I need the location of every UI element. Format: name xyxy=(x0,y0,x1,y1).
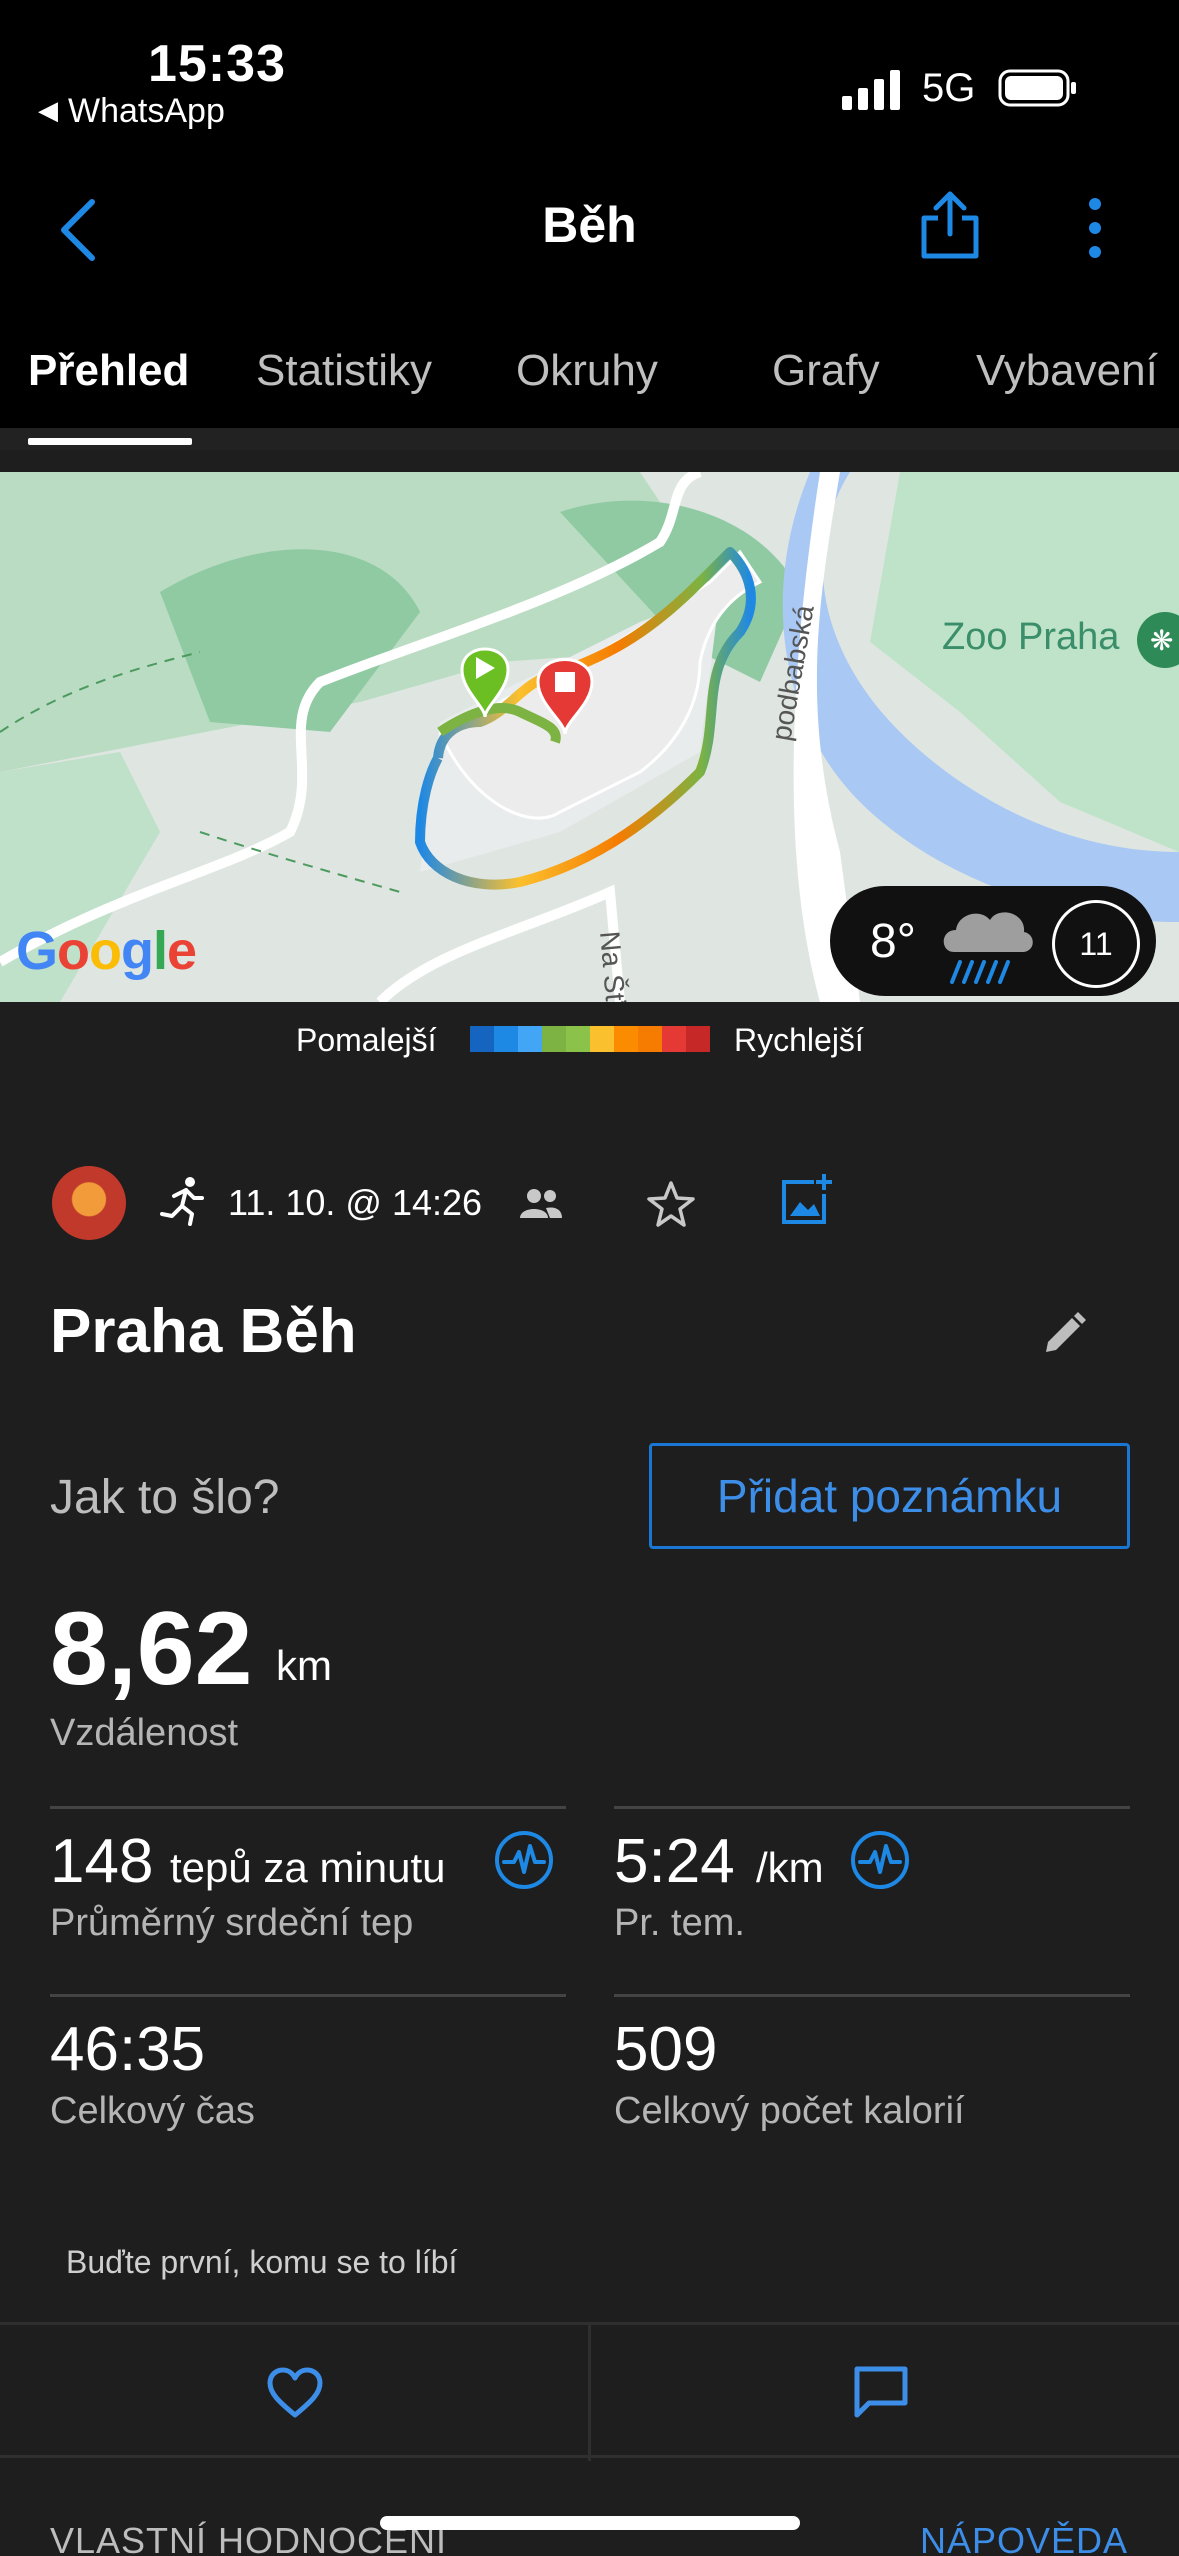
heart-rate-chart-icon[interactable] xyxy=(494,1830,554,1890)
active-tab-indicator xyxy=(28,438,192,445)
home-indicator[interactable] xyxy=(380,2516,800,2530)
battery-icon xyxy=(998,69,1076,107)
pace-legend: Pomalejší Rychlejší xyxy=(0,1002,1179,1078)
share-icon[interactable] xyxy=(920,190,980,260)
comment-button[interactable] xyxy=(591,2325,1179,2459)
people-icon[interactable] xyxy=(520,1186,562,1220)
weather-temperature: 8° xyxy=(870,915,916,968)
like-button[interactable] xyxy=(0,2325,588,2459)
navigation-bar: Běh xyxy=(0,150,1179,310)
pace-unit: /km xyxy=(756,1844,824,1891)
calories-value: 509 xyxy=(614,2015,718,2084)
running-icon xyxy=(160,1177,204,1226)
pace-color-segment xyxy=(518,1026,542,1052)
pace-label: Pr. tem. xyxy=(614,1902,745,1944)
distance-label: Vzdálenost xyxy=(50,1712,239,1754)
tab-vybaveni[interactable]: Vybavení xyxy=(976,346,1158,396)
heart-rate-unit: tepů za minutu xyxy=(170,1844,446,1891)
pace-color-segment xyxy=(590,1026,614,1052)
tab-statistiky[interactable]: Statistiky xyxy=(256,346,432,396)
svg-text:❋: ❋ xyxy=(1150,624,1173,657)
pace-color-segment xyxy=(638,1026,662,1052)
how-it-went-label: Jak to šlo? xyxy=(50,1471,280,1524)
map-place-label: Zoo Praha xyxy=(942,616,1120,658)
help-link[interactable]: NÁPOVĚDA xyxy=(920,2520,1128,2556)
likes-text: Buďte první, komu se to líbí xyxy=(66,2244,458,2280)
add-photo-icon[interactable] xyxy=(780,1174,832,1226)
back-triangle-icon: ◀ xyxy=(38,95,58,125)
edit-pencil-icon[interactable] xyxy=(1042,1312,1086,1356)
pace-color-segment xyxy=(686,1026,710,1052)
heart-icon xyxy=(267,2367,323,2418)
divider xyxy=(50,1806,566,1809)
tab-okruhy[interactable]: Okruhy xyxy=(516,346,658,396)
back-to-app-link[interactable]: ◀ WhatsApp xyxy=(38,92,225,131)
heart-rate-label: Průměrný srdeční tep xyxy=(50,1902,414,1944)
back-app-label: WhatsApp xyxy=(68,92,225,130)
pace-color-segment xyxy=(662,1026,686,1052)
activity-datetime: 11. 10. @ 14:26 xyxy=(228,1182,483,1223)
rain-cloud-icon xyxy=(943,912,1033,984)
avatar[interactable] xyxy=(52,1166,126,1240)
tab-bar: Přehled Statistiky Okruhy Grafy Vybavení xyxy=(0,310,1179,450)
pace-color-segment xyxy=(614,1026,638,1052)
status-bar: 15:33 ◀ WhatsApp 5G xyxy=(0,0,1179,150)
pace-color-bar xyxy=(470,1026,710,1052)
comment-icon xyxy=(854,2366,908,2418)
social-action-bar xyxy=(0,2322,1179,2461)
activity-meta-row: 11. 10. @ 14:26 xyxy=(0,1160,1179,1250)
legend-fast-label: Rychlejší xyxy=(734,1022,864,1058)
pace-chart-icon[interactable] xyxy=(850,1830,910,1890)
divider xyxy=(614,1994,1130,1997)
moon-phase-icon: 11 xyxy=(1052,900,1140,988)
pace-value: 5:24 xyxy=(614,1827,735,1896)
pace-color-segment xyxy=(470,1026,494,1052)
network-type: 5G xyxy=(922,66,976,110)
weather-badge[interactable]: 8° 11 xyxy=(830,886,1156,996)
pace-color-segment xyxy=(494,1026,518,1052)
distance-value: 8,62 xyxy=(50,1591,253,1707)
status-time: 15:33 xyxy=(148,35,286,93)
add-note-button[interactable]: Přidat poznámku xyxy=(649,1443,1130,1549)
route-map[interactable]: podbabská Na Šťá ❋ Zoo Praha Google 8° 1… xyxy=(0,472,1179,1002)
page-title: Běh xyxy=(542,197,637,253)
divider xyxy=(614,1806,1130,1809)
legend-slow-label: Pomalejší xyxy=(296,1022,437,1058)
tab-prehled[interactable]: Přehled xyxy=(28,346,189,396)
total-time-value: 46:35 xyxy=(50,2015,206,2084)
distance-unit: km xyxy=(276,1642,332,1689)
more-vertical-icon[interactable] xyxy=(1078,196,1112,260)
calories-label: Celkový počet kalorií xyxy=(614,2090,965,2132)
pace-color-segment xyxy=(566,1026,590,1052)
pace-color-segment xyxy=(542,1026,566,1052)
google-logo: Google xyxy=(16,921,197,981)
signal-bars-icon xyxy=(842,70,900,110)
total-time-label: Celkový čas xyxy=(50,2090,255,2132)
star-icon[interactable] xyxy=(646,1180,696,1228)
activity-title: Praha Běh xyxy=(50,1297,357,1366)
heart-rate-value: 148 xyxy=(50,1827,154,1896)
divider xyxy=(50,1994,566,1997)
tab-grafy[interactable]: Grafy xyxy=(772,346,880,396)
